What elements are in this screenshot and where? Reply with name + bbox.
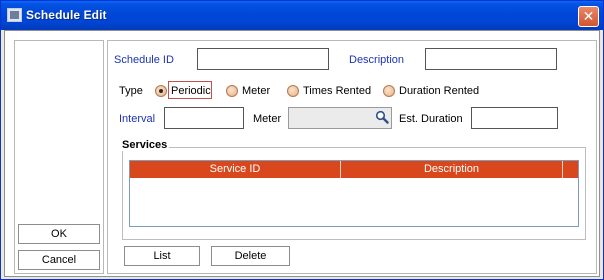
ok-button[interactable]: OK [18, 224, 100, 244]
type-meter-label[interactable]: Meter [242, 85, 270, 97]
est-duration-field[interactable] [471, 107, 558, 129]
delete-button[interactable]: Delete [211, 246, 290, 266]
column-header-service-id[interactable]: Service ID [130, 161, 341, 178]
close-button[interactable]: ✕ [578, 6, 599, 27]
services-table[interactable]: Service ID Description [129, 160, 579, 227]
schedule-id-field[interactable] [197, 48, 329, 70]
schedule-edit-dialog: Schedule Edit ✕ OK Cancel Schedule ID De… [0, 0, 604, 280]
type-periodic-radio[interactable] [155, 85, 167, 97]
list-button[interactable]: List [124, 246, 200, 266]
action-panel: OK Cancel [14, 40, 104, 274]
est-duration-label: Est. Duration [399, 113, 463, 125]
type-periodic-label[interactable]: Periodic [171, 85, 211, 97]
type-duration-rented-label[interactable]: Duration Rented [399, 85, 479, 97]
type-times-rented-label[interactable]: Times Rented [303, 85, 371, 97]
search-icon[interactable] [375, 110, 389, 124]
interval-field[interactable] [164, 107, 244, 129]
title-bar[interactable]: Schedule Edit ✕ [1, 1, 603, 30]
form-panel: Schedule ID Description Type Periodic Me… [107, 40, 597, 274]
meter-label: Meter [253, 113, 282, 125]
type-label: Type [119, 85, 143, 97]
description-field[interactable] [425, 48, 557, 70]
interval-label: Interval [119, 113, 156, 125]
schedule-id-label: Schedule ID [114, 54, 174, 66]
app-icon [7, 8, 22, 22]
type-times-rented-radio[interactable] [287, 85, 299, 97]
column-header-description[interactable]: Description [341, 161, 563, 178]
description-label: Description [349, 54, 405, 66]
cancel-button[interactable]: Cancel [18, 250, 100, 270]
type-meter-radio[interactable] [226, 85, 238, 97]
type-duration-rented-radio[interactable] [383, 85, 395, 97]
services-table-header: Service ID Description [130, 161, 578, 178]
window-title: Schedule Edit [26, 8, 107, 22]
services-legend: Services [122, 139, 170, 151]
dialog-body: OK Cancel Schedule ID Description Type P… [4, 30, 600, 277]
